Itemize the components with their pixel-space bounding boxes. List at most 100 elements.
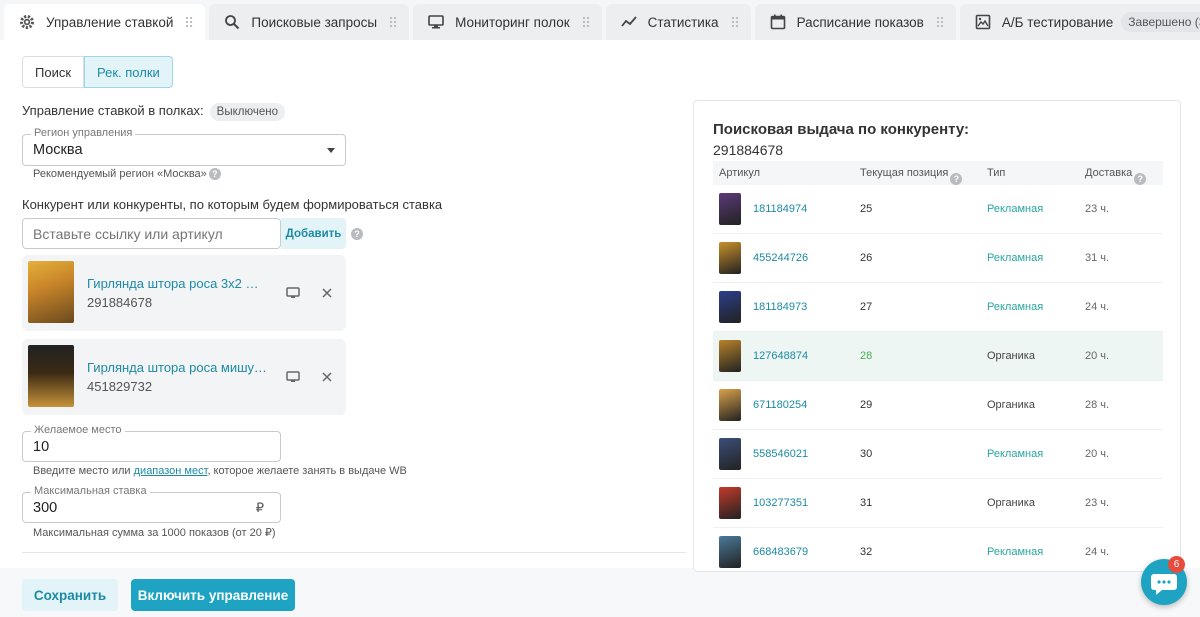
competitor-input[interactable]: [23, 219, 280, 248]
table-row: 103277351 31 Органика 23 ч.: [713, 479, 1163, 528]
article-link[interactable]: 181184974: [753, 203, 807, 215]
mode-switch: Поиск Рек. полки: [22, 56, 173, 88]
delivery-cell: 23 ч.: [1085, 203, 1110, 215]
product-thumbnail: [719, 340, 741, 372]
column-header-article: Артикул: [719, 167, 761, 179]
close-icon[interactable]: [319, 285, 335, 301]
range-link[interactable]: диапазон мест: [134, 465, 208, 477]
calendar-icon: [769, 13, 787, 31]
type-cell: Органика: [987, 399, 1035, 411]
tab-ab-testing[interactable]: А/Б тестирование Завершено (3): [959, 4, 1200, 40]
mode-shelves-button[interactable]: Рек. полки: [84, 56, 173, 88]
tab-label: А/Б тестирование: [1001, 14, 1114, 30]
help-icon[interactable]: ?: [1134, 173, 1147, 185]
header-text: Текущая позиция: [860, 167, 949, 179]
desired-place-value: 10: [33, 439, 50, 455]
divider: [22, 552, 686, 553]
delivery-cell: 23 ч.: [1085, 497, 1110, 509]
chevron-down-icon: [327, 148, 335, 153]
chart-line-icon: [620, 13, 638, 31]
product-thumbnail: [719, 487, 741, 519]
article-link[interactable]: 103277351: [753, 497, 808, 509]
save-button[interactable]: Сохранить: [22, 579, 118, 611]
tab-shelf-monitoring[interactable]: Мониторинг полок: [413, 4, 602, 40]
tab-label: Управление ставкой: [46, 14, 174, 30]
type-cell: Рекламная: [987, 546, 1044, 558]
product-thumbnail: [719, 242, 741, 274]
header-text: Доставка: [1085, 167, 1133, 179]
article-link[interactable]: 671180254: [753, 399, 807, 411]
control-status-row: Управление ставкой в полках: Выключено: [22, 103, 285, 121]
region-select[interactable]: Регион управления Москва: [22, 127, 346, 166]
desired-place-field[interactable]: Желаемое место 10: [22, 424, 281, 462]
help-icon[interactable]: ?: [950, 173, 963, 185]
tab-search-queries[interactable]: Поисковые запросы: [209, 4, 410, 40]
product-thumbnail: [719, 389, 741, 421]
status-badge: Завершено (3): [1121, 12, 1200, 32]
position-cell: 26: [860, 252, 873, 264]
tab-label: Мониторинг полок: [455, 14, 570, 30]
field-legend: Максимальная ставка: [31, 485, 150, 497]
close-icon[interactable]: [319, 369, 335, 385]
type-cell: Рекламная: [987, 301, 1044, 313]
region-hint-row: Рекомендуемый регион «Москва»?: [33, 168, 221, 181]
product-article: 451829732: [87, 379, 153, 394]
position-cell: 32: [860, 546, 873, 558]
article-link[interactable]: 127648874: [753, 350, 808, 362]
article-link[interactable]: 668483679: [753, 546, 808, 558]
monitor-icon[interactable]: [285, 285, 301, 301]
max-bid-field[interactable]: Максимальная ставка 300 ₽: [22, 485, 281, 523]
article-link[interactable]: 455244726: [753, 252, 808, 264]
column-header-delivery: Доставка?: [1085, 167, 1147, 185]
delivery-cell: 24 ч.: [1085, 301, 1110, 313]
hint-text: , которое желаете занять в выдаче WB: [207, 465, 407, 477]
table-row: 668483679 32 Рекламная 24 ч.: [713, 528, 1163, 571]
tab-statistics[interactable]: Статистика: [605, 4, 751, 40]
table-row: 181184974 25 Рекламная 23 ч.: [713, 185, 1163, 234]
image-icon: [974, 13, 992, 31]
max-bid-hint: Максимальная сумма за 1000 показов (от 2…: [33, 527, 276, 539]
product-thumbnail: [28, 345, 74, 407]
product-name-link[interactable]: Гирлянда штора роса мишура х...: [87, 360, 267, 375]
competitors-label: Конкурент или конкуренты, по которым буд…: [22, 197, 443, 212]
panel-subtitle: 291884678: [713, 142, 784, 158]
product-thumbnail: [719, 193, 741, 225]
table-row: 127648874 28 Органика 20 ч.: [713, 332, 1163, 381]
article-link[interactable]: 558546021: [753, 448, 808, 460]
product-article: 291884678: [87, 295, 153, 310]
drag-handle-icon[interactable]: [935, 16, 944, 28]
tab-bid-management[interactable]: Управление ставкой: [4, 4, 206, 40]
add-competitor-button[interactable]: Добавить: [281, 218, 346, 249]
article-link[interactable]: 181184973: [753, 301, 807, 313]
chat-button[interactable]: 6: [1141, 556, 1187, 605]
type-cell: Рекламная: [987, 448, 1044, 460]
gear-icon: [18, 13, 36, 31]
field-legend: Желаемое место: [31, 424, 125, 436]
tab-label: Поисковые запросы: [251, 14, 378, 30]
table-row: 558546021 30 Рекламная 20 ч.: [713, 430, 1163, 479]
drag-handle-icon[interactable]: [185, 16, 194, 28]
search-icon: [223, 13, 241, 31]
position-cell: 29: [860, 399, 873, 411]
position-cell: 28: [860, 350, 873, 362]
table-row: 455244726 26 Рекламная 31 ч.: [713, 234, 1163, 283]
region-value: Москва: [33, 142, 83, 158]
help-icon[interactable]: ?: [351, 228, 363, 240]
product-name-link[interactable]: Гирлянда штора роса 3x2 желт...: [87, 276, 267, 291]
type-cell: Рекламная: [987, 252, 1044, 264]
competitor-card: Гирлянда штора роса мишура х... 45182973…: [22, 339, 346, 415]
help-icon[interactable]: ?: [208, 168, 221, 181]
enable-control-button[interactable]: Включить управление: [131, 579, 295, 611]
mode-search-button[interactable]: Поиск: [22, 56, 85, 88]
type-cell: Органика: [987, 350, 1035, 362]
drag-handle-icon[interactable]: [389, 16, 398, 28]
tab-schedule[interactable]: Расписание показов: [754, 4, 956, 40]
type-cell: Рекламная: [987, 203, 1044, 215]
drag-handle-icon[interactable]: [730, 16, 739, 28]
region-hint: Рекомендуемый регион «Москва»: [33, 168, 207, 180]
table-row: 181184973 27 Рекламная 24 ч.: [713, 283, 1163, 332]
drag-handle-icon[interactable]: [581, 16, 590, 28]
tab-bar: Управление ставкой Поисковые запросы Мон…: [0, 0, 1200, 40]
delivery-cell: 20 ч.: [1085, 350, 1110, 362]
monitor-icon[interactable]: [285, 369, 301, 385]
